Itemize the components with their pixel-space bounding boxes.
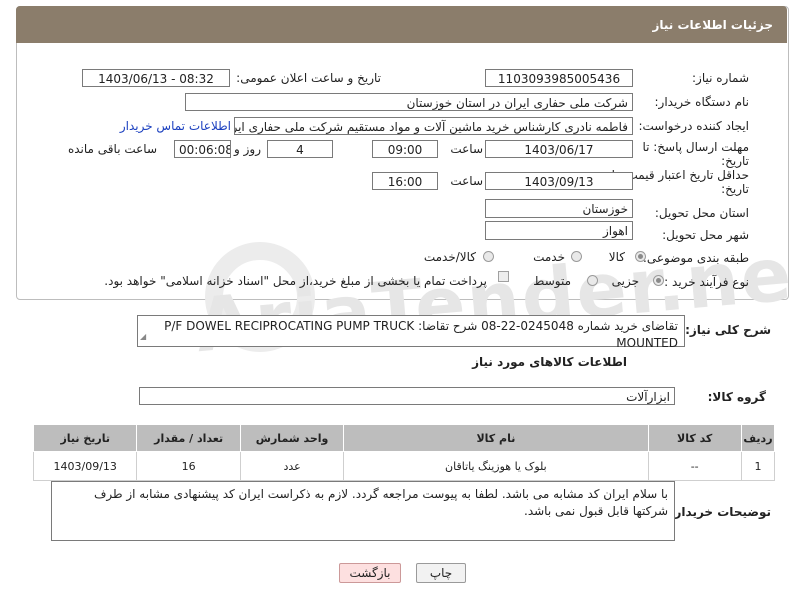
panel-header: جزئیات اطلاعات نیاز [16, 6, 787, 43]
cell-goods-name: بلوک یا هوزینگ یاتاقان [343, 451, 649, 481]
category-option-service: خدمت [533, 250, 565, 264]
buyer-notes-label: توضیحات خریدار: [669, 505, 771, 519]
description-field[interactable]: تقاضای خرید شماره 0245048-22-08 شرح تقاض… [137, 315, 685, 350]
category-radio-goods-service[interactable] [483, 251, 494, 262]
goods-section-title: اطلاعات کالاهای مورد نیاز [472, 355, 627, 369]
cell-quantity: 16 [136, 451, 241, 481]
validity-date-field[interactable]: 1403/09/13 [485, 172, 633, 190]
announce-datetime-field[interactable]: 1403/06/13 - 08:32 [82, 69, 230, 87]
description-label: شرح کلی نیاز: [685, 323, 771, 337]
cell-row-number: 1 [740, 451, 776, 481]
col-goods-code: کد کالا [647, 424, 742, 452]
goods-group-label: گروه کالا: [707, 390, 766, 404]
process-radio-medium[interactable] [587, 275, 598, 286]
col-goods-name: نام کالا [343, 424, 649, 452]
table-row[interactable]: 1 -- بلوک یا هوزینگ یاتاقان عدد 16 1403/… [32, 451, 776, 481]
remaining-time-label: ساعت باقی مانده [67, 142, 157, 156]
page-title: جزئیات اطلاعات نیاز [652, 18, 773, 32]
cell-need-date: 1403/09/13 [32, 451, 138, 481]
city-label: شهر محل تحویل: [662, 228, 749, 242]
print-button[interactable]: چاپ [416, 563, 466, 583]
validity-time-field[interactable]: 16:00 [372, 172, 438, 190]
goods-table: ردیف کد کالا نام کالا واحد شمارش تعداد /… [32, 424, 776, 481]
process-option-minor: جزیی [611, 274, 639, 288]
col-need-date: تاریخ نیاز [32, 424, 138, 452]
city-field[interactable]: اهواز [485, 221, 633, 240]
deadline-label-2: تاریخ: [721, 154, 749, 168]
col-row-number: ردیف [740, 424, 776, 452]
treasury-payment-checkbox[interactable] [498, 271, 509, 282]
validity-time-label: ساعت [450, 174, 483, 188]
col-unit: واحد شمارش [239, 424, 345, 452]
category-label: طبقه بندی موضوعی: [642, 251, 749, 265]
process-option-medium: متوسط [533, 274, 571, 288]
buyer-field[interactable]: شرکت ملی حفاری ایران در استان خوزستان [185, 93, 633, 111]
creator-field[interactable]: فاطمه نادری کارشناس خرید ماشین آلات و مو… [234, 117, 633, 135]
need-number-field[interactable]: 1103093985005436 [485, 69, 633, 87]
province-label: استان محل تحویل: [654, 206, 749, 220]
deadline-date-field[interactable]: 1403/06/17 [485, 140, 633, 158]
table-header-row: ردیف کد کالا نام کالا واحد شمارش تعداد /… [32, 424, 776, 452]
category-option-goods-service: کالا/خدمت [423, 250, 476, 264]
category-option-goods: کالا [608, 250, 625, 264]
creator-label: ایجاد کننده درخواست: [638, 119, 749, 133]
validity-label-2: تاریخ: [721, 182, 749, 196]
remaining-time-field[interactable]: 00:06:08 [174, 140, 231, 158]
contact-buyer-link[interactable]: اطلاعات تماس خریدار [120, 119, 231, 133]
category-radio-service[interactable] [571, 251, 582, 262]
province-field[interactable]: خوزستان [485, 199, 633, 218]
deadline-time-field[interactable]: 09:00 [372, 140, 438, 158]
process-radio-minor[interactable] [653, 275, 664, 286]
resize-grip-icon: ◢ [140, 332, 147, 341]
deadline-time-label: ساعت [450, 142, 483, 156]
buyer-label: نام دستگاه خریدار: [654, 95, 750, 109]
back-button[interactable]: بازگشت [339, 563, 401, 583]
description-text: تقاضای خرید شماره 0245048-22-08 شرح تقاض… [164, 319, 678, 350]
process-label: نوع فرآیند خرید : [664, 275, 749, 289]
goods-group-field[interactable]: ابزارآلات [139, 387, 675, 405]
col-quantity: تعداد / مقدار [136, 424, 241, 452]
need-number-label: شماره نیاز: [692, 71, 749, 85]
cell-goods-code: -- [647, 451, 742, 481]
cell-unit: عدد [239, 451, 345, 481]
deadline-label: مهلت ارسال پاسخ: تا [642, 140, 749, 154]
treasury-payment-note: پرداخت تمام یا بخشی از مبلغ خرید،از محل … [104, 274, 487, 288]
days-remaining-field[interactable]: 4 [267, 140, 333, 158]
buyer-notes-field[interactable]: با سلام ایران کد مشابه می باشد. لطفا به … [51, 481, 675, 541]
category-radio-goods[interactable] [635, 251, 646, 262]
days-label: روز و [234, 142, 261, 156]
announce-label: تاریخ و ساعت اعلان عمومی: [236, 71, 381, 85]
